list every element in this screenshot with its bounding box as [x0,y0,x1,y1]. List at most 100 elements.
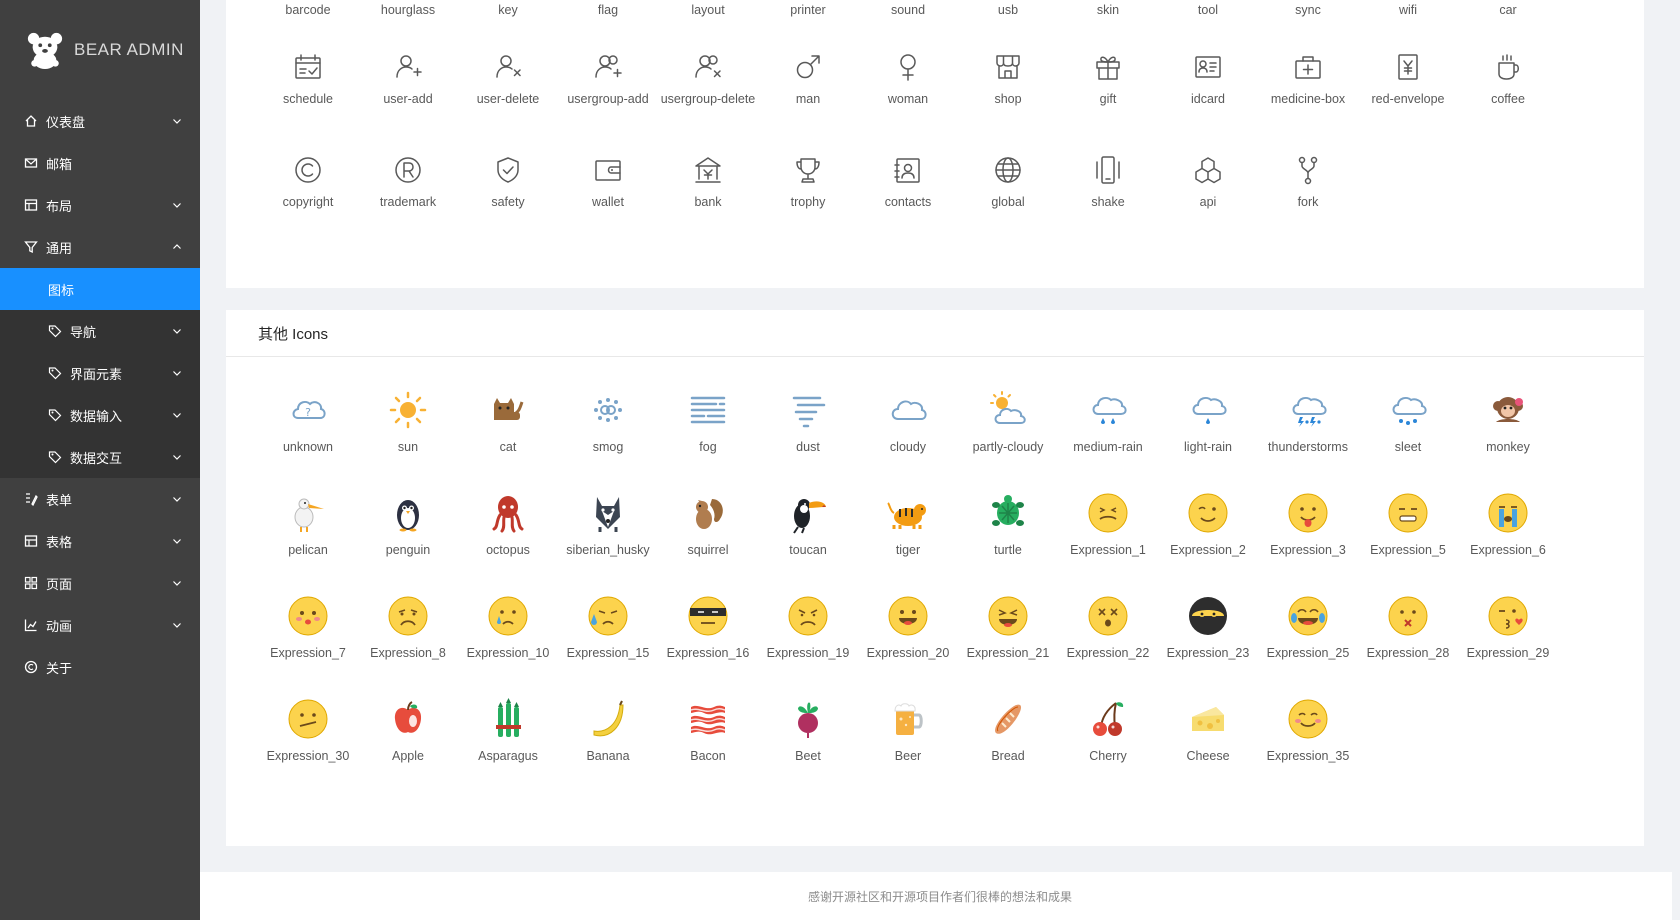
other-icon-item[interactable]: Expression_16 [658,594,758,697]
icon-item[interactable]: coffee [1458,20,1558,123]
other-icon-item[interactable]: turtle [958,491,1058,594]
sidebar-item-12[interactable]: 动画 [0,604,200,646]
other-icon-item[interactable]: pelican [258,491,358,594]
other-icon-item[interactable]: Expression_20 [858,594,958,697]
icon-item[interactable]: user-delete [458,20,558,123]
other-icon-item[interactable]: Expression_25 [1258,594,1358,697]
icon-item[interactable]: bank [658,123,758,226]
other-icon-item[interactable]: Expression_2 [1158,491,1258,594]
other-icon-item[interactable]: Beet [758,697,858,800]
other-icon-item[interactable]: siberian_husky [558,491,658,594]
sidebar-item-11[interactable]: 页面 [0,562,200,604]
icon-item[interactable]: usergroup-delete [658,20,758,123]
other-icon-item[interactable]: Expression_19 [758,594,858,697]
other-icon-item[interactable]: smog [558,388,658,491]
other-icon-item[interactable]: penguin [358,491,458,594]
other-icon-item[interactable]: octopus [458,491,558,594]
icon-item[interactable]: shop [958,20,1058,123]
sidebar-item-10[interactable]: 表格 [0,520,200,562]
icon-item[interactable]: copyright [258,123,358,226]
icon-item[interactable]: car [1458,0,1558,20]
other-icon-item[interactable]: Expression_21 [958,594,1058,697]
other-icon-item[interactable]: Expression_22 [1058,594,1158,697]
icon-item[interactable]: schedule [258,20,358,123]
other-icon-item[interactable]: partly-cloudy [958,388,1058,491]
other-icon-item[interactable]: dust [758,388,858,491]
icon-item[interactable]: layout [658,0,758,20]
other-icon-item[interactable]: sleet [1358,388,1458,491]
sidebar-item-6[interactable]: 界面元素 [0,352,200,394]
other-icon-item[interactable]: thunderstorms [1258,388,1358,491]
other-icon-item[interactable]: cloudy [858,388,958,491]
other-icon-item[interactable]: ? unknown [258,388,358,491]
icon-item[interactable]: red-envelope [1358,20,1458,123]
other-icon-item[interactable]: Asparagus [458,697,558,800]
icon-item[interactable]: barcode [258,0,358,20]
icon-item[interactable]: sound [858,0,958,20]
sidebar-item-5[interactable]: 导航 [0,310,200,352]
icon-item[interactable]: api [1158,123,1258,226]
icon-item[interactable]: skin [1058,0,1158,20]
icon-item[interactable]: man [758,20,858,123]
other-icon-item[interactable]: light-rain [1158,388,1258,491]
other-icon-item[interactable]: fog [658,388,758,491]
other-icon-item[interactable]: sun [358,388,458,491]
icon-item[interactable]: wifi [1358,0,1458,20]
other-icon-item[interactable]: Expression_30 [258,697,358,800]
icon-item[interactable]: flag [558,0,658,20]
other-icon-item[interactable]: Expression_6 [1458,491,1558,594]
other-icon-item[interactable]: Bread [958,697,1058,800]
other-icon-item[interactable]: Cherry [1058,697,1158,800]
icon-item[interactable]: woman [858,20,958,123]
other-icon-item[interactable]: Beer [858,697,958,800]
icon-item[interactable]: idcard [1158,20,1258,123]
other-icon-item[interactable]: Expression_15 [558,594,658,697]
other-icon-item[interactable]: toucan [758,491,858,594]
other-icon-item[interactable]: cat [458,388,558,491]
other-icon-item[interactable]: Expression_5 [1358,491,1458,594]
icon-item[interactable]: global [958,123,1058,226]
icon-item[interactable]: sync [1258,0,1358,20]
other-icon-item[interactable]: squirrel [658,491,758,594]
sidebar-item-2[interactable]: 布局 [0,184,200,226]
sidebar-item-4[interactable]: 图标 [0,268,200,310]
icon-item[interactable]: hourglass [358,0,458,20]
sidebar-item-0[interactable]: 仪表盘 [0,100,200,142]
other-icon-item[interactable]: Expression_7 [258,594,358,697]
scrollbar[interactable] [1672,0,1680,920]
sidebar-item-7[interactable]: 数据输入 [0,394,200,436]
icon-item[interactable]: safety [458,123,558,226]
other-icon-item[interactable]: Expression_10 [458,594,558,697]
icon-item[interactable]: usb [958,0,1058,20]
logo[interactable]: BEAR ADMIN [0,0,200,100]
other-icon-item[interactable]: Expression_29 [1458,594,1558,697]
other-icon-item[interactable]: tiger [858,491,958,594]
sidebar-item-9[interactable]: 表单 [0,478,200,520]
other-icon-item[interactable]: Banana [558,697,658,800]
sidebar-item-1[interactable]: 邮箱 [0,142,200,184]
other-icon-item[interactable]: Cheese [1158,697,1258,800]
sidebar-item-13[interactable]: 关于 [0,646,200,688]
other-icon-item[interactable]: Apple [358,697,458,800]
icon-item[interactable]: shake [1058,123,1158,226]
icon-item[interactable]: contacts [858,123,958,226]
other-icon-item[interactable]: Expression_23 [1158,594,1258,697]
sidebar-item-8[interactable]: 数据交互 [0,436,200,478]
icon-item[interactable]: trophy [758,123,858,226]
other-icon-item[interactable]: Expression_3 [1258,491,1358,594]
icon-item[interactable]: wallet [558,123,658,226]
icon-item[interactable]: usergroup-add [558,20,658,123]
icon-item[interactable]: key [458,0,558,20]
other-icon-item[interactable]: Expression_35 [1258,697,1358,800]
icon-item[interactable]: gift [1058,20,1158,123]
icon-item[interactable]: printer [758,0,858,20]
icon-item[interactable]: fork [1258,123,1358,226]
icon-item[interactable]: user-add [358,20,458,123]
other-icon-item[interactable]: Expression_28 [1358,594,1458,697]
icon-item[interactable]: trademark [358,123,458,226]
icon-item[interactable]: medicine-box [1258,20,1358,123]
other-icon-item[interactable]: monkey [1458,388,1558,491]
icon-item[interactable]: tool [1158,0,1258,20]
other-icon-item[interactable]: Expression_8 [358,594,458,697]
other-icon-item[interactable]: Bacon [658,697,758,800]
